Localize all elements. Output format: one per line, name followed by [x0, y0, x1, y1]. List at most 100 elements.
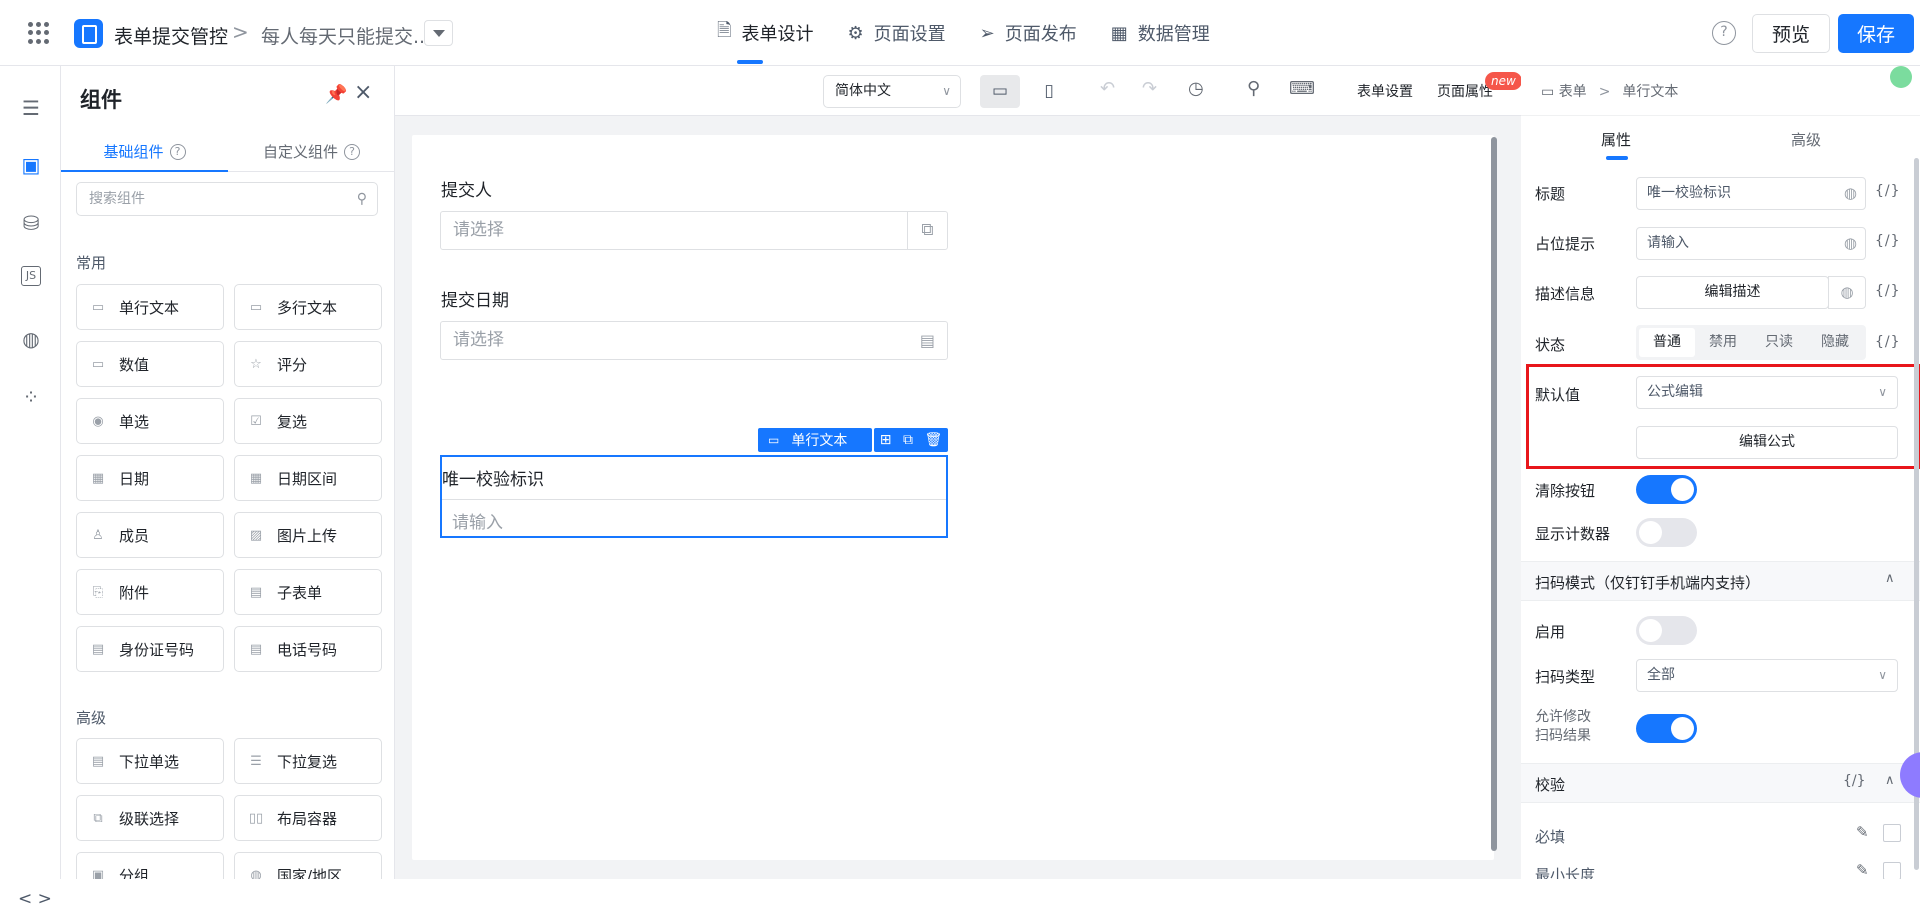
- component-member[interactable]: ♙ 成员: [76, 512, 224, 558]
- pin-icon[interactable]: 📌: [325, 84, 347, 105]
- tab-page-publish[interactable]: ➢ 页面发布: [963, 0, 1094, 66]
- enable-scan-toggle[interactable]: [1636, 616, 1697, 645]
- datasource-icon[interactable]: ⛁: [18, 210, 44, 236]
- tab-page-settings[interactable]: ⚙ 页面设置: [830, 0, 962, 66]
- default-value-select[interactable]: 公式编辑 ∨: [1636, 376, 1898, 409]
- component-id-card[interactable]: ▤ 身份证号码: [76, 626, 224, 672]
- component-country[interactable]: ◍ 国家/地区: [234, 852, 382, 879]
- search-icon[interactable]: ⚲: [1247, 78, 1260, 99]
- redo-icon[interactable]: ↷: [1142, 78, 1157, 99]
- scan-type-select[interactable]: 全部 ∨: [1636, 659, 1898, 692]
- delete-icon[interactable]: 🗑: [924, 432, 942, 448]
- edit-icon[interactable]: ✎: [1856, 823, 1869, 841]
- formula-icon[interactable]: {/}: [1875, 334, 1901, 350]
- component-number[interactable]: ▭ 数值: [76, 341, 224, 387]
- subform-icon: ▤: [249, 584, 263, 600]
- component-rating[interactable]: ☆ 评分: [234, 341, 382, 387]
- validation-header[interactable]: 校验 {/} ∧: [1521, 763, 1920, 803]
- close-icon[interactable]: ×: [354, 80, 372, 105]
- clear-button-toggle[interactable]: [1636, 475, 1697, 504]
- component-radio[interactable]: ◉ 单选: [76, 398, 224, 444]
- edit-formula-button[interactable]: 编辑公式: [1636, 426, 1898, 459]
- help-icon[interactable]: ?: [1712, 21, 1736, 45]
- placeholder-input[interactable]: 请输入 ◍: [1636, 227, 1866, 260]
- language-select[interactable]: 简体中文 ∨: [823, 75, 961, 108]
- component-checkbox[interactable]: ☑ 复选: [234, 398, 382, 444]
- component-cascade[interactable]: ⧉ 级联选择: [76, 795, 224, 841]
- submitter-select[interactable]: 请选择 ⧉: [440, 211, 948, 250]
- component-image-upload[interactable]: ▨ 图片上传: [234, 512, 382, 558]
- submit-date-picker[interactable]: 请选择 ▤: [440, 321, 948, 360]
- form-name[interactable]: 每人每天只能提交...: [261, 22, 431, 49]
- property-panel: ▭ 表单 > 单行文本 属性 高级 标题 唯一校验标识 ◍ {/} 占位提示 请输入…: [1521, 66, 1920, 879]
- form-settings-link[interactable]: 表单设置: [1357, 81, 1413, 101]
- preview-button[interactable]: 预览: [1752, 14, 1830, 53]
- edit-icon[interactable]: ✎: [1856, 861, 1869, 879]
- globe-icon[interactable]: ◍: [1828, 276, 1866, 309]
- edit-description-button[interactable]: 编辑描述: [1636, 276, 1829, 309]
- org-picker-icon[interactable]: ⧉: [907, 212, 947, 249]
- allow-modify-toggle[interactable]: [1636, 714, 1697, 743]
- component-subform[interactable]: ▤ 子表单: [234, 569, 382, 615]
- field-label-submitter: 提交人: [441, 181, 492, 201]
- mobile-view-button[interactable]: ▯: [1029, 75, 1069, 108]
- formula-icon[interactable]: {/}: [1843, 773, 1866, 789]
- selected-field-unique-id[interactable]: 唯一校验标识 请输入: [440, 455, 948, 538]
- component-dropdown-multi[interactable]: ☰ 下拉复选: [234, 738, 382, 784]
- tab-advanced[interactable]: 高级: [1711, 116, 1901, 166]
- formula-icon[interactable]: {/}: [1875, 233, 1901, 249]
- state-hidden[interactable]: 隐藏: [1807, 328, 1863, 357]
- code-icon[interactable]: < >: [18, 889, 52, 909]
- state-normal[interactable]: 普通: [1639, 328, 1695, 357]
- form-switch-dropdown[interactable]: [424, 20, 453, 46]
- radio-icon: ◉: [92, 413, 104, 429]
- save-button[interactable]: 保存: [1838, 14, 1914, 53]
- component-dropdown-single[interactable]: ▤ 下拉单选: [76, 738, 224, 784]
- app-grid-icon[interactable]: [28, 22, 50, 44]
- apps-icon[interactable]: ⁘: [18, 384, 44, 410]
- history-icon[interactable]: ◷: [1188, 78, 1204, 99]
- undo-icon[interactable]: ↶: [1100, 78, 1115, 99]
- help-icon[interactable]: ?: [169, 143, 186, 160]
- globe-icon[interactable]: ◍: [18, 326, 44, 352]
- show-counter-toggle[interactable]: [1636, 518, 1697, 547]
- tab-basic-components[interactable]: 基础组件 ?: [61, 132, 228, 172]
- state-disabled[interactable]: 禁用: [1695, 328, 1751, 357]
- tab-properties[interactable]: 属性: [1521, 116, 1711, 166]
- tab-form-design[interactable]: 🗎 表单设计: [700, 0, 830, 66]
- component-group[interactable]: ▣ 分组: [76, 852, 224, 879]
- formula-icon[interactable]: {/}: [1875, 183, 1901, 199]
- component-date-range[interactable]: ▦ 日期区间: [234, 455, 382, 501]
- outline-icon[interactable]: ☰: [18, 95, 44, 121]
- component-search-input[interactable]: 搜索组件 ⚲: [76, 182, 378, 216]
- component-layout[interactable]: ▯▯ 布局容器: [234, 795, 382, 841]
- js-icon[interactable]: JS: [21, 266, 41, 286]
- keyboard-icon[interactable]: ⌨: [1289, 78, 1315, 99]
- desktop-view-button[interactable]: ▭: [980, 75, 1020, 108]
- title-input[interactable]: 唯一校验标识 ◍: [1636, 177, 1866, 210]
- scan-mode-header[interactable]: 扫码模式（仅钉钉手机端内支持） ∧: [1521, 561, 1920, 601]
- component-attachment[interactable]: ⎘ 附件: [76, 569, 224, 615]
- canvas-scrollbar[interactable]: [1491, 137, 1497, 851]
- unique-id-input[interactable]: 请输入: [452, 508, 503, 533]
- component-single-line-text[interactable]: ▭ 单行文本: [76, 284, 224, 330]
- globe-icon[interactable]: ◍: [1844, 178, 1857, 209]
- tab-custom-components[interactable]: 自定义组件 ?: [228, 132, 394, 171]
- component-multi-line-text[interactable]: ▭ 多行文本: [234, 284, 382, 330]
- components-icon[interactable]: ▣: [18, 152, 44, 178]
- show-counter-label: 显示计数器: [1535, 525, 1611, 543]
- required-checkbox[interactable]: [1883, 824, 1901, 842]
- tab-data-management[interactable]: ▦ 数据管理: [1094, 0, 1227, 66]
- copy-icon[interactable]: ⧉: [903, 432, 913, 448]
- add-icon[interactable]: ⊞: [880, 432, 892, 448]
- component-phone[interactable]: ▤ 电话号码: [234, 626, 382, 672]
- formula-icon[interactable]: {/}: [1875, 283, 1901, 299]
- min-length-checkbox[interactable]: [1883, 862, 1901, 879]
- dropdown-icon: ▤: [91, 753, 105, 769]
- globe-icon[interactable]: ◍: [1844, 228, 1857, 259]
- help-icon[interactable]: ?: [344, 143, 360, 160]
- component-date[interactable]: ▦ 日期: [76, 455, 224, 501]
- state-readonly[interactable]: 只读: [1751, 328, 1807, 357]
- selected-component-tag[interactable]: ▭ 单行文本: [758, 428, 872, 452]
- app-name[interactable]: 表单提交管控: [114, 22, 228, 49]
